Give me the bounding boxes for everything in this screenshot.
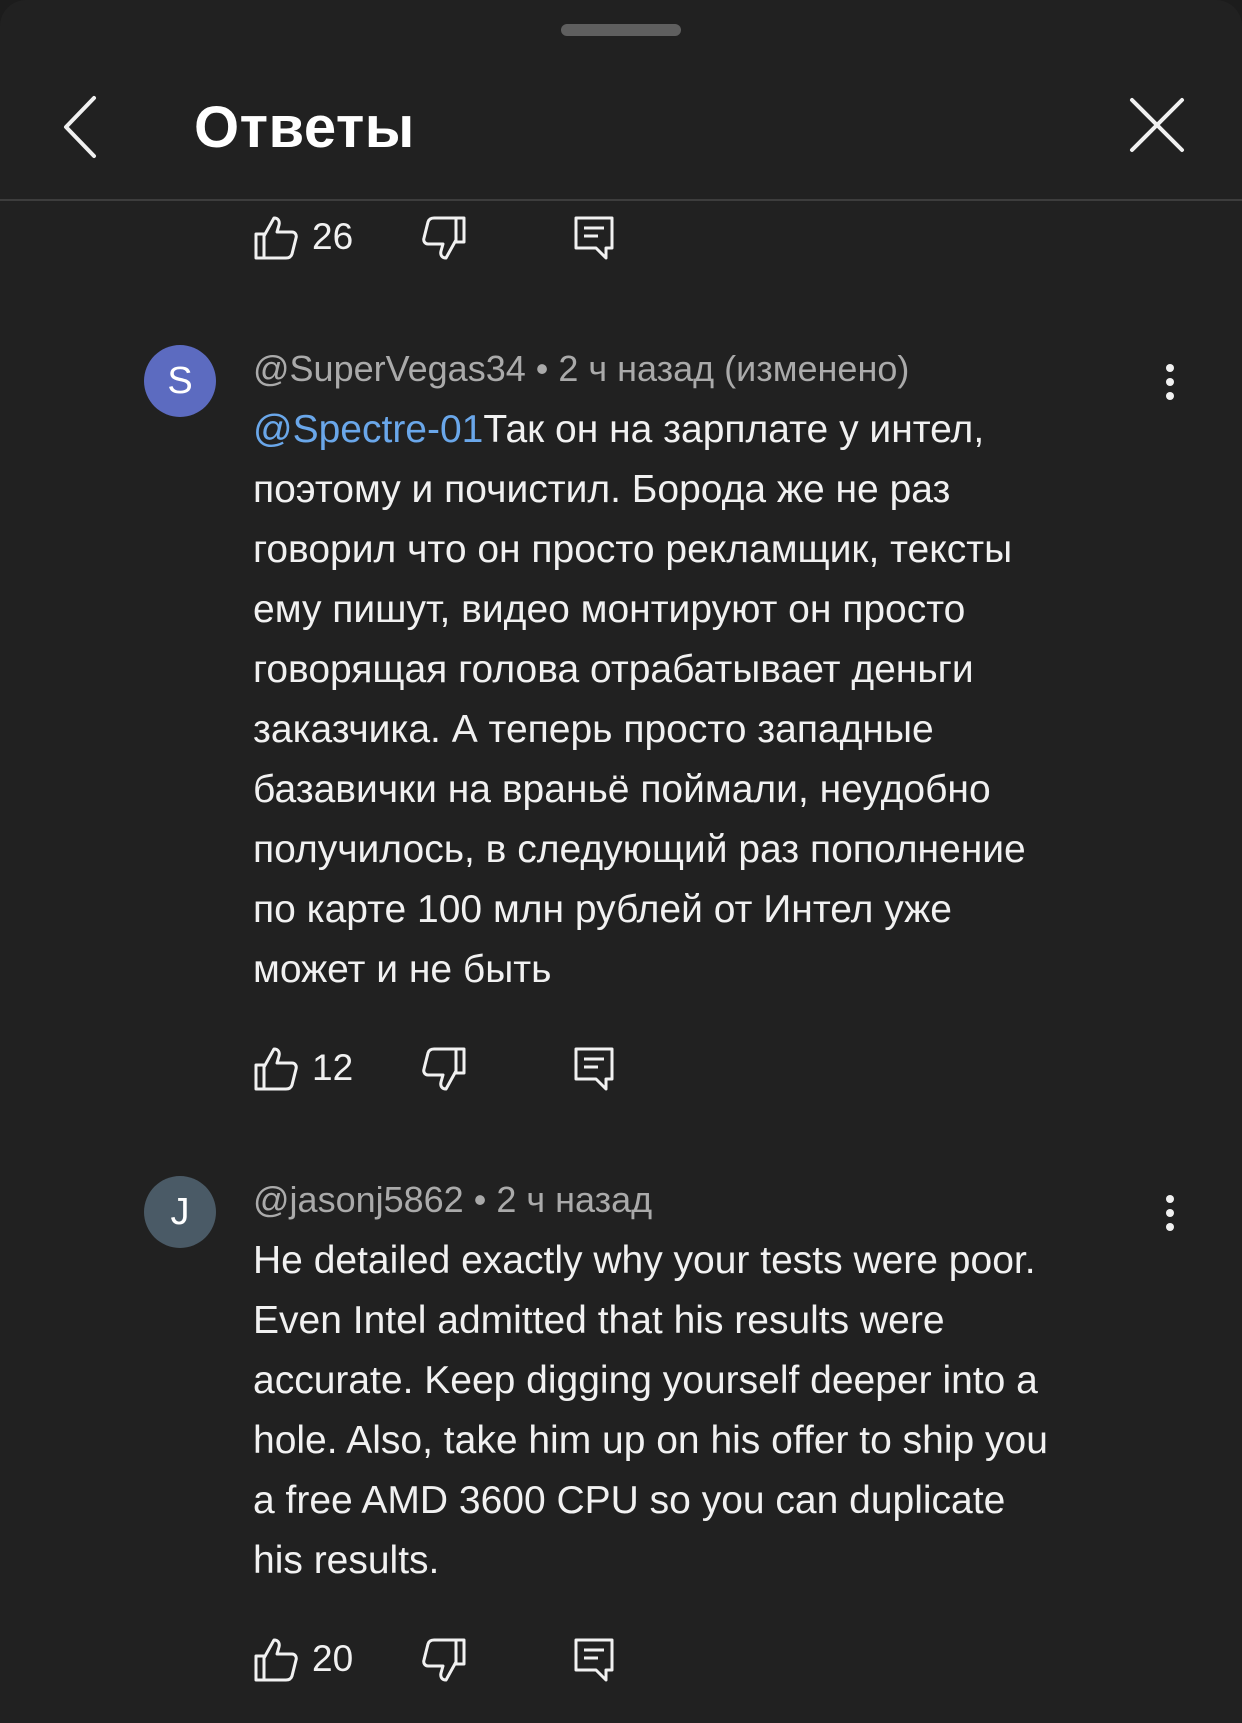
- comment-line: говорил что он просто рекламщик, тексты: [253, 528, 1013, 571]
- comment-meta: @jasonj5862 • 2 ч назад: [253, 1179, 652, 1221]
- comment-actions: 20: [252, 1636, 652, 1696]
- comment-actions: 26: [252, 214, 652, 274]
- like-button[interactable]: [252, 214, 300, 262]
- like-button[interactable]: [252, 1045, 300, 1093]
- separator-dot: •: [535, 348, 549, 389]
- thumbs-up-icon: [254, 216, 298, 260]
- comment-icon: [574, 1047, 614, 1091]
- reply-button[interactable]: [570, 1636, 618, 1684]
- comment-line: hole. Also, take him up on his offer to …: [253, 1419, 1048, 1462]
- back-button[interactable]: [58, 92, 108, 162]
- comment-line: accurate. Keep digging yourself deeper i…: [253, 1359, 1038, 1402]
- comment-text: @Spectre-01Так он на зарплате у интел, п…: [253, 400, 1153, 1000]
- more-vert-icon-dot: [1166, 1223, 1174, 1231]
- comment-meta: @SuperVegas34 • 2 ч назад (изменено): [253, 348, 909, 390]
- comment-author[interactable]: @jasonj5862: [253, 1179, 464, 1220]
- comment-actions: 12: [252, 1045, 652, 1105]
- more-vert-icon-dot: [1166, 1209, 1174, 1217]
- close-icon: [1130, 98, 1184, 152]
- thumbs-down-icon: [422, 1047, 466, 1091]
- comment-line: заказчика. А теперь просто западные: [253, 708, 934, 751]
- thumbs-down-icon: [422, 216, 466, 260]
- header: Ответы: [0, 0, 1242, 201]
- thumbs-up-icon: [254, 1638, 298, 1682]
- like-button[interactable]: [252, 1636, 300, 1684]
- avatar-letter: S: [167, 360, 193, 402]
- more-vert-icon: [1166, 364, 1174, 372]
- comment-line: поэтому и почистил. Борода же не раз: [253, 468, 951, 511]
- more-vert-icon: [1166, 1195, 1174, 1203]
- comment-line-text: Так он на зарплате у интел,: [483, 408, 985, 451]
- separator-dot: •: [473, 1179, 487, 1220]
- thumbs-up-icon: [254, 1047, 298, 1091]
- comment-author[interactable]: @SuperVegas34: [253, 348, 526, 389]
- comment-text: He detailed exactly why your tests were …: [253, 1231, 1153, 1591]
- avatar-letter: J: [170, 1191, 190, 1233]
- comment-line: говорящая голова отрабатывает деньги: [253, 648, 974, 691]
- comment-line: a free AMD 3600 CPU so you can duplicate: [253, 1479, 1006, 1522]
- more-vert-icon-dot: [1166, 392, 1174, 400]
- comment-line: может и не быть: [253, 948, 552, 991]
- thumbs-down-icon: [422, 1638, 466, 1682]
- comment-icon: [574, 1638, 614, 1682]
- comment-line: базавички на враньё поймали, неудобно: [253, 768, 991, 811]
- comment-icon: [574, 216, 614, 260]
- dislike-button[interactable]: [420, 214, 468, 262]
- more-options-button[interactable]: [1150, 358, 1190, 418]
- avatar[interactable]: J: [144, 1176, 216, 1248]
- comment-line: @Spectre-01Так он на зарплате у интел,: [253, 400, 1153, 460]
- more-vert-icon-dot: [1166, 378, 1174, 386]
- dislike-button[interactable]: [420, 1636, 468, 1684]
- comment-time: 2 ч назад (изменено): [558, 348, 910, 389]
- comment-line: his results.: [253, 1539, 440, 1582]
- comment-line: по карте 100 млн рублей от Интел уже: [253, 888, 952, 931]
- dislike-button[interactable]: [420, 1045, 468, 1093]
- like-count: 12: [312, 1047, 354, 1088]
- close-button[interactable]: [1128, 96, 1218, 186]
- reply-button[interactable]: [570, 1045, 618, 1093]
- comment-time: 2 ч назад: [496, 1179, 653, 1220]
- replies-sheet: Ответы 26 S @SuperVegas34 • 2 ч назад (и…: [0, 0, 1242, 1723]
- comment-line: получилось, в следующий раз пополнение: [253, 828, 1026, 871]
- more-options-button[interactable]: [1150, 1189, 1190, 1249]
- comment-line: Even Intel admitted that his results wer…: [253, 1299, 945, 1342]
- comment-line: He detailed exactly why your tests were …: [253, 1239, 1036, 1282]
- like-count: 20: [312, 1638, 354, 1679]
- like-count: 26: [312, 216, 354, 257]
- mention-link[interactable]: @Spectre-01: [253, 408, 483, 451]
- reply-button[interactable]: [570, 214, 618, 262]
- page-title: Ответы: [194, 95, 415, 160]
- chevron-left-icon: [64, 96, 96, 158]
- comment-line: ему пишут, видео монтируют он просто: [253, 588, 966, 631]
- avatar[interactable]: S: [144, 345, 216, 417]
